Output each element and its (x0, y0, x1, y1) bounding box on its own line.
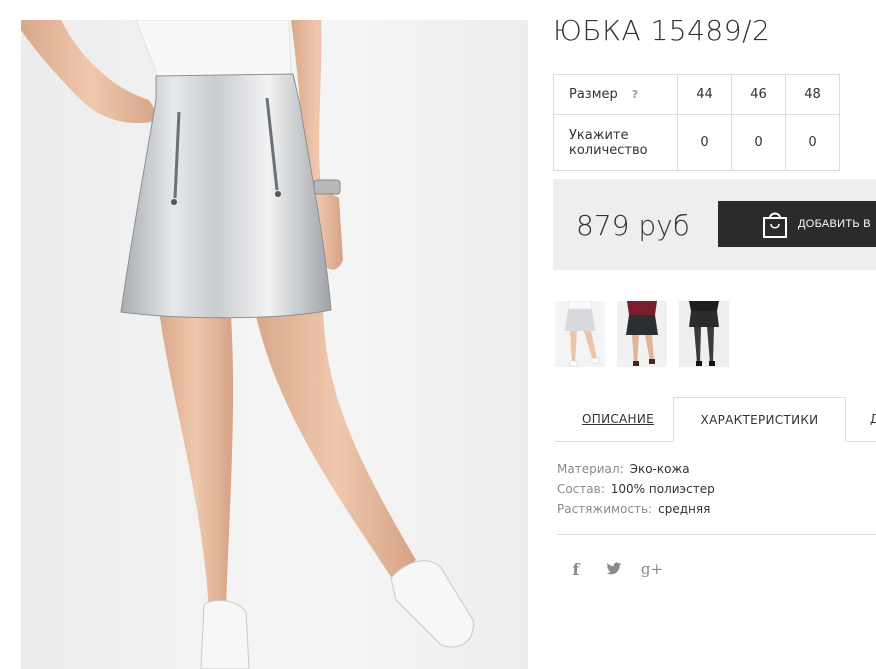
size-quantity-table: Размер? 44 46 48 Укажите количество 0 0 … (553, 74, 840, 171)
facebook-icon[interactable]: f (565, 558, 587, 580)
size-label: Размер (569, 87, 618, 102)
spec-label: Материал: (557, 462, 624, 476)
size-option: 48 (785, 74, 840, 115)
spec-label: Растяжимость: (557, 502, 653, 516)
product-price: 879 руб (576, 209, 690, 242)
quantity-input-46[interactable]: 0 (731, 114, 786, 171)
spec-value: средняя (658, 502, 711, 516)
thumbnail-black-skirt-black-top[interactable] (679, 301, 729, 367)
quantity-input-48[interactable]: 0 (785, 114, 840, 171)
quantity-label-line1: Укажите (569, 127, 629, 143)
tab-characteristics[interactable]: ХАРАКТЕРИСТИКИ (673, 397, 846, 442)
spec-label: Состав: (557, 482, 605, 496)
quantity-row: Укажите количество 0 0 0 (553, 114, 840, 171)
size-label-cell: Размер? (553, 74, 678, 115)
thumbnail-black-skirt-burgundy-top[interactable] (617, 301, 667, 367)
google-plus-icon[interactable]: g+ (641, 558, 663, 580)
section-divider (557, 534, 876, 535)
price-box: 879 руб ДОБАВИТЬ В (553, 179, 876, 270)
facebook-glyph: f (572, 559, 580, 579)
size-row: Размер? 44 46 48 (553, 74, 840, 115)
spec-value: Эко-кожа (629, 462, 690, 476)
twitter-icon[interactable] (603, 558, 625, 580)
product-title: ЮБКА 15489/2 (553, 14, 771, 47)
size-option: 44 (677, 74, 732, 115)
size-option: 46 (731, 74, 786, 115)
tab-description[interactable]: ОПИСАНИЕ (582, 397, 654, 441)
add-to-cart-button[interactable]: ДОБАВИТЬ В (718, 201, 876, 247)
shopping-bag-icon (762, 209, 788, 239)
quantity-input-44[interactable]: 0 (677, 114, 732, 171)
quantity-label-line2: количество (569, 142, 648, 158)
main-product-photo[interactable] (21, 20, 528, 669)
add-to-cart-label: ДОБАВИТЬ В (798, 218, 871, 230)
thumbnail-silver-skirt[interactable] (555, 301, 605, 367)
spec-material: Материал: Эко-кожа (557, 459, 715, 479)
spec-composition: Состав: 100% полиэстер (557, 479, 715, 499)
spec-stretch: Растяжимость: средняя (557, 499, 715, 519)
size-help-icon[interactable]: ? (632, 88, 638, 101)
product-tabs: ОПИСАНИЕ ХАРАКТЕРИСТИКИ Д (555, 397, 876, 442)
specs-list: Материал: Эко-кожа Состав: 100% полиэстер … (557, 459, 715, 519)
tab-delivery[interactable]: Д (870, 397, 876, 441)
spec-value: 100% полиэстер (610, 482, 715, 496)
quantity-label-cell: Укажите количество (553, 114, 678, 171)
google-plus-glyph: g+ (640, 560, 664, 578)
